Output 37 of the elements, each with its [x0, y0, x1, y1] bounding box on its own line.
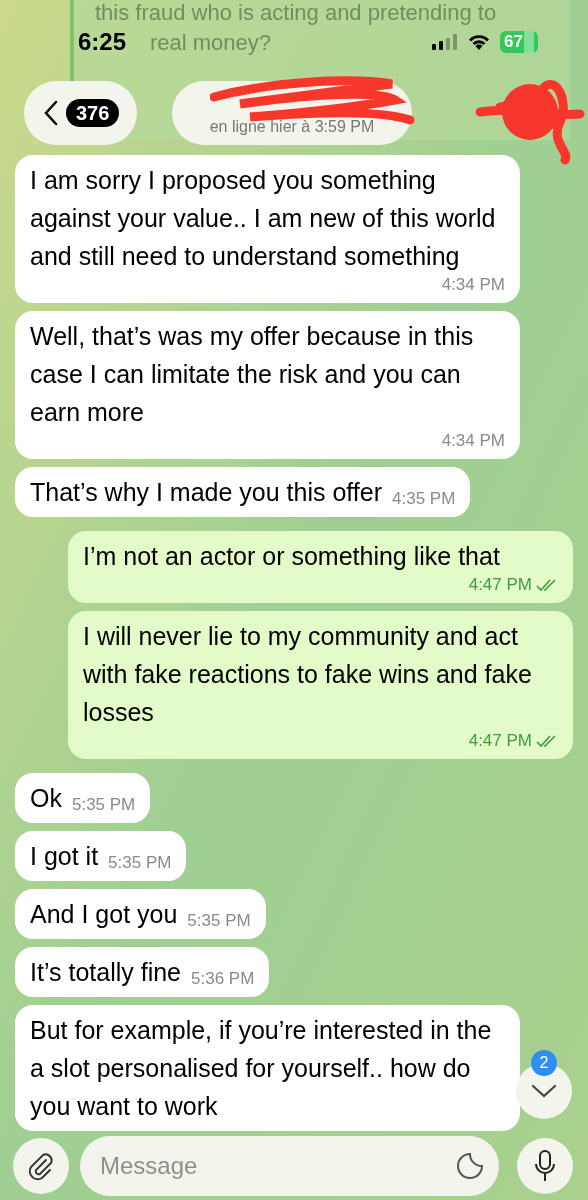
message-text: I am sorry I proposed you something against your value.. I am new of this world and still need to understand something [30, 165, 497, 272]
last-seen-status: en ligne hier à 3:59 PM [209, 117, 375, 137]
message-time: 4:47 PM [468, 731, 532, 751]
chevron-left-icon [44, 100, 58, 126]
message-text: And I got you [30, 899, 178, 930]
message-text: That’s why I made you this offer [30, 477, 383, 508]
back-button[interactable]: 376 [24, 81, 137, 145]
message-time: 5:36 PM [191, 969, 255, 989]
message-time: 4:47 PM [468, 575, 532, 595]
message-text: Ok [30, 783, 62, 814]
message-text: this fraud who is acting and pretending to [95, 0, 497, 26]
message-time: 5:35 PM [71, 795, 136, 815]
attach-button[interactable] [13, 1138, 69, 1194]
message-time: 4:34 PM [441, 275, 505, 295]
wifi-icon [468, 34, 491, 50]
message-time: 5:35 PM [187, 911, 251, 931]
message-text: I’m not an actor or something like that [83, 541, 501, 572]
message-text: It’s totally fine [30, 957, 181, 988]
microphone-icon [534, 1150, 556, 1182]
message-field[interactable]: Message [80, 1136, 499, 1196]
message-text: real money? [150, 30, 272, 56]
battery-icon: 67 [500, 31, 538, 53]
signal-icon [432, 34, 459, 50]
message-text: Well, that’s was my offer because in this case I can limitate the risk and you can earn more [30, 321, 475, 428]
unread-badge: 2 [531, 1050, 557, 1076]
message-text: I got it [30, 841, 99, 872]
message-time: 4:35 PM [392, 489, 456, 509]
message-time: 4:34 PM [441, 431, 505, 451]
status-time: 6:25 [78, 27, 127, 57]
chevron-down-icon [531, 1084, 557, 1098]
message-text: I will never lie to my community and act with fake reactions to fake wins and fake losses [83, 621, 533, 728]
voice-button[interactable] [517, 1138, 573, 1194]
message-time: 5:35 PM [108, 853, 172, 873]
paperclip-icon [26, 1151, 56, 1181]
sticker-icon[interactable] [455, 1151, 485, 1181]
message-text: But for example, if you’re interested in the a slot personalised for yourself.. how do you want to work [30, 1015, 493, 1122]
unread-count: 376 [66, 99, 120, 127]
